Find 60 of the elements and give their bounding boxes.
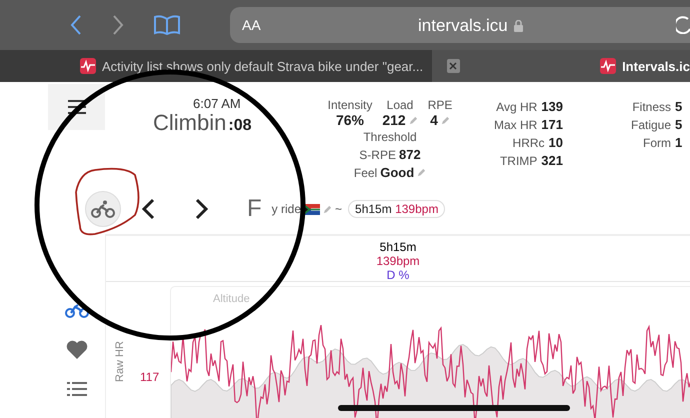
stat-value: 1 bbox=[675, 134, 682, 151]
stat-value: 4 bbox=[430, 112, 438, 129]
url-text: intervals.icu bbox=[418, 16, 508, 36]
close-icon bbox=[449, 62, 458, 70]
lock-icon bbox=[514, 20, 523, 32]
stat-value: 321 bbox=[541, 152, 563, 169]
stat-label: HRRc bbox=[512, 135, 545, 152]
cursor-time: 5h15m bbox=[380, 240, 416, 254]
previous-button[interactable] bbox=[141, 198, 155, 220]
stat-label: Form bbox=[643, 135, 672, 152]
stat-value: 171 bbox=[541, 116, 563, 133]
stat-label: Feel bbox=[354, 165, 378, 182]
menu-icon bbox=[68, 100, 86, 114]
stat-label: Intensity bbox=[328, 98, 372, 112]
reload-icon[interactable] bbox=[676, 16, 690, 34]
stat-label: Avg HR bbox=[496, 99, 538, 116]
stat-label: Fatigue bbox=[631, 117, 672, 134]
book-icon[interactable] bbox=[154, 15, 180, 35]
cursor-hr: 139bpm bbox=[376, 254, 420, 268]
duration-value: :08 bbox=[228, 117, 252, 135]
stat-label: TRIMP bbox=[500, 153, 538, 170]
bike-icon bbox=[91, 200, 115, 218]
stat-value: Good bbox=[380, 164, 414, 181]
activity-name-start: F bbox=[247, 195, 262, 223]
stat-value: 5 bbox=[675, 98, 682, 115]
axis-value: 117 bbox=[140, 370, 160, 384]
chevron-left-icon bbox=[141, 198, 155, 220]
stat-value: 872 bbox=[398, 146, 421, 163]
cursor-extra: D % bbox=[386, 268, 410, 282]
series-label: Altitude bbox=[213, 293, 250, 305]
forward-icon[interactable] bbox=[112, 15, 124, 35]
text-size-button[interactable]: AA bbox=[242, 17, 261, 33]
stat-value: 139 bbox=[541, 98, 563, 115]
activity-name: y ride bbox=[272, 202, 302, 216]
chevron-right-icon bbox=[195, 198, 209, 220]
close-button[interactable] bbox=[446, 59, 460, 73]
start-time: 6:07 AM bbox=[193, 96, 241, 111]
axis-title: Raw HR bbox=[114, 341, 126, 382]
stat-label: Fitness bbox=[632, 99, 672, 116]
pulse-icon bbox=[80, 58, 96, 74]
activity-type-button[interactable] bbox=[85, 191, 121, 227]
back-icon[interactable] bbox=[70, 15, 82, 35]
next-button[interactable] bbox=[195, 198, 209, 220]
pulse-icon bbox=[600, 58, 616, 74]
activity-title: Climbin bbox=[153, 110, 226, 136]
stat-value: 212 bbox=[382, 112, 406, 129]
annotation-scribble bbox=[75, 168, 140, 236]
stat-value: 76% bbox=[336, 112, 364, 129]
stat-label: Load bbox=[386, 98, 414, 112]
tilde-text: ~ bbox=[335, 202, 342, 216]
stat-label: Max HR bbox=[494, 117, 538, 134]
list-icon bbox=[66, 382, 86, 396]
address-field[interactable]: AA intervals.icu bbox=[230, 7, 690, 43]
stat-value: 10 bbox=[548, 134, 563, 151]
stat-label: RPE bbox=[428, 98, 452, 112]
stat-value: 5 bbox=[675, 116, 682, 133]
stat-label: S-RPE bbox=[359, 147, 396, 164]
duration-badge: 5h15m 139bpm bbox=[348, 200, 446, 218]
heart-icon bbox=[66, 340, 88, 360]
stat-label: Threshold bbox=[363, 129, 417, 146]
